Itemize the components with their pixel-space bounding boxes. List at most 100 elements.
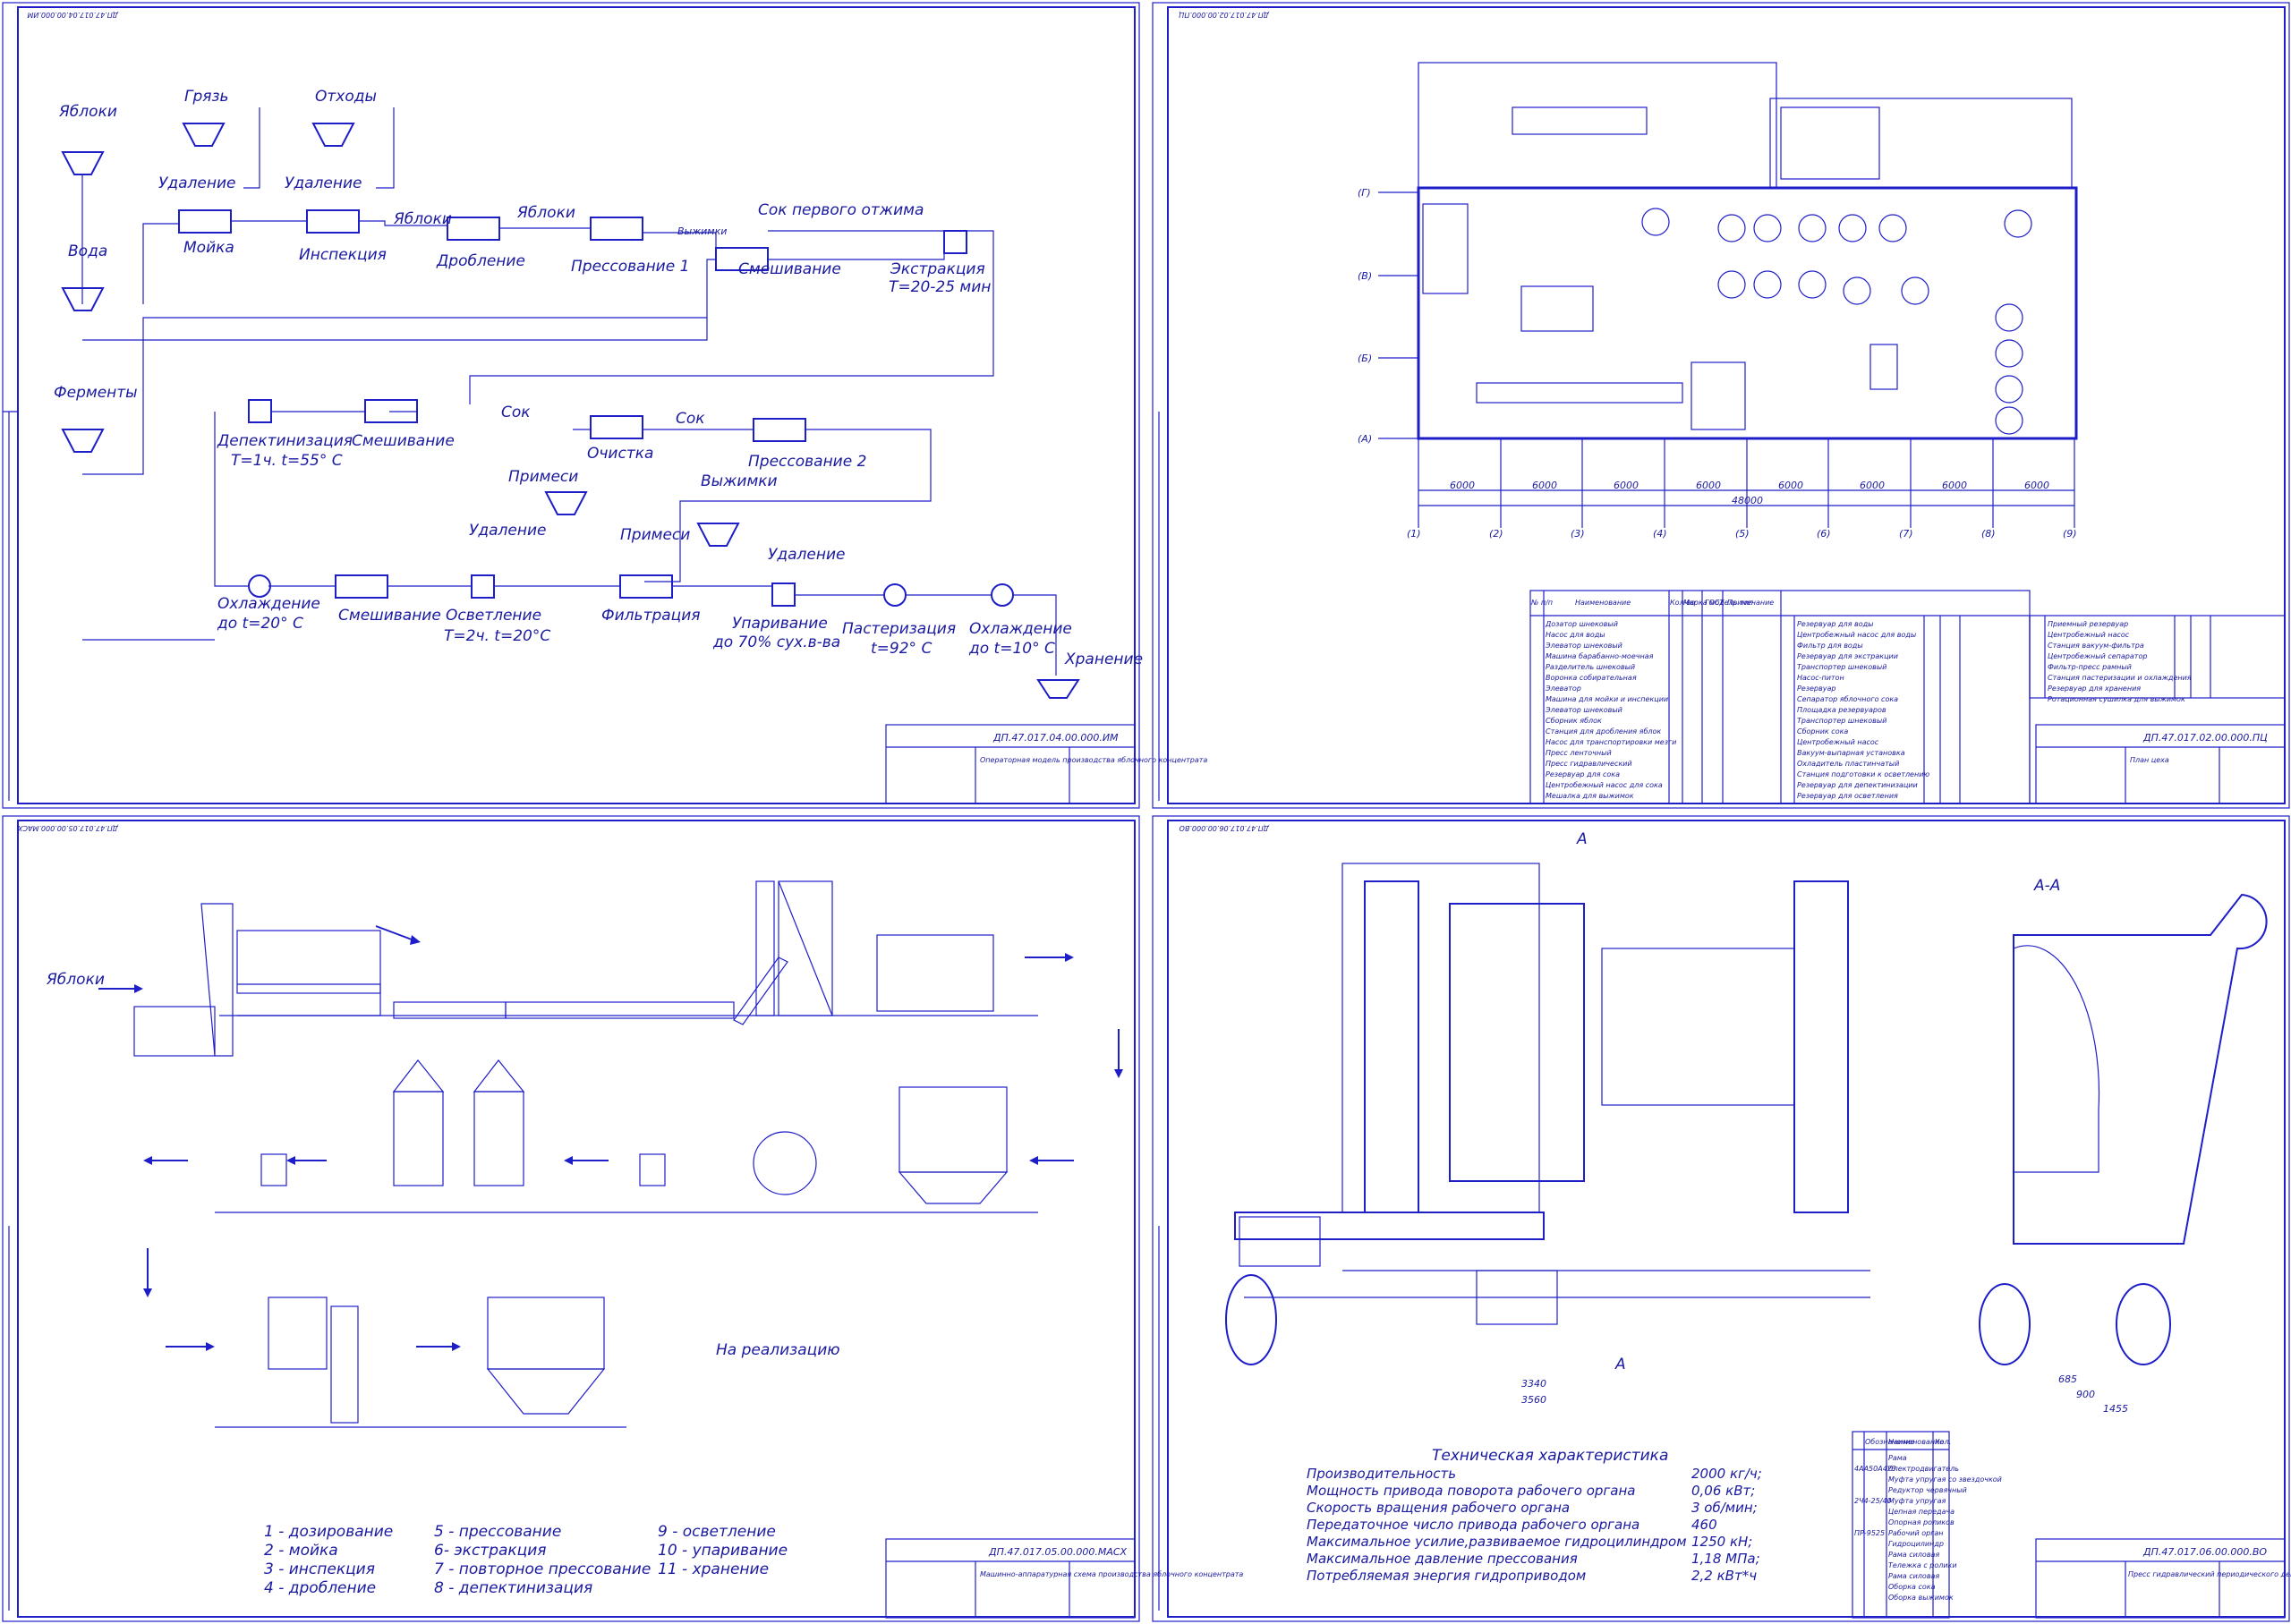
box-cleaning — [590, 415, 643, 439]
spec-name-4: Передаточное число привода рабочего орга… — [1307, 1517, 1639, 1533]
plan-span-6: 6000 — [1860, 480, 1885, 491]
plan-span-1: 6000 — [1450, 480, 1475, 491]
node-cleaning: Очистка — [587, 445, 653, 463]
spec-name-5: Максимальное усилие,развиваемое гидроцил… — [1307, 1534, 1687, 1550]
node-apples: Яблоки — [58, 103, 117, 121]
hopper-dirt — [182, 123, 226, 147]
row-b-2: Центробежный насос для воды — [1797, 631, 1916, 639]
box-inspection — [306, 209, 360, 234]
storage-tank — [487, 1297, 605, 1370]
node-press2: Прессование 2 — [748, 453, 866, 471]
node-first-juice: Сок первого отжима — [758, 201, 924, 219]
axis-7: (7) — [1899, 528, 1913, 540]
row-c-4: Центробежный сепаратор — [2048, 652, 2147, 660]
sheet2-code: ДП.47.017.02.00.000.ПЦ — [2142, 732, 2268, 744]
node-storage: Хранение — [1064, 650, 1143, 668]
sp-h-qty: Кол. — [1935, 1438, 1951, 1446]
sheet4-stamp: ДП.47.017.06.00.000.ВО — [1180, 824, 1270, 832]
th-name: Наименование — [1575, 599, 1631, 607]
row-c-1: Приемный резервуар — [2048, 620, 2128, 628]
node-pomace-1: Выжимки — [677, 225, 727, 237]
row-a-12: Насос для транспортировки мезги — [1546, 738, 1676, 746]
axis-1: (1) — [1407, 528, 1421, 540]
table-col-a: Дозатор шнековый Насос для воды Элеватор… — [1545, 620, 1676, 800]
part-3: Муфта упругая со звездочкой — [1888, 1475, 2002, 1484]
part-1: Рама — [1888, 1454, 1907, 1462]
hopper-waste — [311, 123, 355, 147]
row-b-13: Вакуум-выпарная установка — [1797, 749, 1905, 757]
row-a-10: Сборник яблок — [1546, 717, 1602, 725]
plan-span-5: 6000 — [1778, 480, 1803, 491]
node-waste: Отходы — [315, 88, 377, 106]
circle-cooling-10 — [991, 583, 1014, 607]
row-c-7: Резервуар для хранения — [2048, 684, 2141, 693]
box-washing — [178, 209, 232, 234]
row-b-14: Охладитель пластинчатый — [1797, 760, 1899, 768]
row-b-7: Резервуар — [1797, 684, 1835, 693]
sheet1-flow — [61, 107, 1080, 699]
sheet3-stamp: ДП.47.017.05.00.000.МАСХ — [17, 824, 119, 832]
node-removal-4: Удаление — [768, 546, 845, 564]
node-past-params: t=92° С — [871, 640, 932, 658]
node-evaporation: Упаривание — [732, 615, 828, 633]
node-extraction: Экстракция — [890, 260, 985, 278]
axis-4: (4) — [1653, 528, 1667, 540]
row-axis-v: (В) — [1358, 270, 1372, 282]
axis-6: (6) — [1817, 528, 1831, 540]
sheet4-title: Пресс гидравлический периодического дейс… — [2128, 1570, 2291, 1578]
row-axis-g: (Г) — [1358, 187, 1371, 199]
evaporator — [268, 1297, 328, 1370]
row-a-8: Машина для мойки и инспекции — [1546, 695, 1668, 703]
node-clar-params: Т=2ч. t=20°С — [444, 627, 550, 645]
dim-685: 685 — [2058, 1373, 2077, 1385]
row-a-13: Пресс ленточный — [1546, 749, 1612, 757]
part-7: Опорная роликов — [1888, 1518, 1955, 1526]
part-10: Рама силовая — [1888, 1551, 1939, 1559]
row-b-15: Станция подготовки к осветлению — [1797, 770, 1929, 778]
row-c-6: Станция пастеризации и охлаждения — [2048, 674, 2192, 682]
hopper-impurities-2 — [696, 523, 740, 547]
row-b-12: Центробежный насос — [1797, 738, 1879, 746]
row-a-15: Резервуар для сока — [1546, 770, 1620, 778]
sheet4-code: ДП.47.017.06.00.000.ВО — [2142, 1546, 2267, 1558]
sheet3-code: ДП.47.017.05.00.000.МАСХ — [988, 1546, 1128, 1558]
section-view — [2013, 893, 2268, 1245]
row-a-6: Воронка собирательная — [1546, 674, 1637, 682]
part-code-2: 2Ч4-25/40 — [1854, 1497, 1892, 1505]
node-juice-2: Сок — [676, 410, 705, 428]
cylinder — [1601, 948, 1795, 1106]
row-b-9: Площадка резервуаров — [1797, 706, 1886, 714]
box-press2 — [753, 418, 806, 442]
node-filtration: Фильтрация — [601, 607, 701, 625]
building-outline — [1417, 186, 2078, 440]
spec-parts: Рама Электродвигатель Муфта упругая со з… — [1854, 1454, 2002, 1602]
row-axis-b: (Б) — [1358, 353, 1372, 364]
plan-span-8: 6000 — [2024, 480, 2049, 491]
row-a-2: Насос для воды — [1546, 631, 1605, 639]
node-crushing: Дробление — [436, 252, 525, 270]
sheet2-title: План цеха — [2130, 756, 2169, 764]
legend-7: 7 - повторное прессование — [434, 1560, 651, 1578]
row-b-3: Фильтр для воды — [1797, 642, 1863, 650]
box-evaporation — [771, 582, 796, 607]
rotary-press — [753, 1131, 817, 1195]
spec-value-2: 0,06 кВт; — [1691, 1483, 1755, 1499]
node-dirt: Грязь — [184, 88, 229, 106]
node-pasteurization: Пастеризация — [842, 620, 956, 638]
sheet-1-frame — [2, 2, 1140, 809]
box-filtration — [619, 574, 673, 599]
plan-span-7: 6000 — [1942, 480, 1967, 491]
part-6: Цепная передача — [1888, 1508, 1955, 1516]
th-gost: ГОСТ — [1705, 599, 1725, 607]
wheel-right — [2116, 1283, 2171, 1365]
sheet2-plan — [1378, 62, 2078, 528]
th-note: Примечание — [1727, 599, 1774, 607]
section-mark-bottom: А — [1614, 1356, 1626, 1373]
row-a-17: Мешалка для выжимок — [1546, 792, 1634, 800]
circle-cooling-20 — [248, 574, 271, 598]
box-depect — [248, 399, 272, 423]
section-label: А-А — [2033, 877, 2060, 895]
node-apples-2: Яблоки — [393, 210, 452, 228]
part-code-1: 4АА50А4У3 — [1854, 1465, 1896, 1473]
spec-name-1: Производительность — [1307, 1466, 1456, 1482]
